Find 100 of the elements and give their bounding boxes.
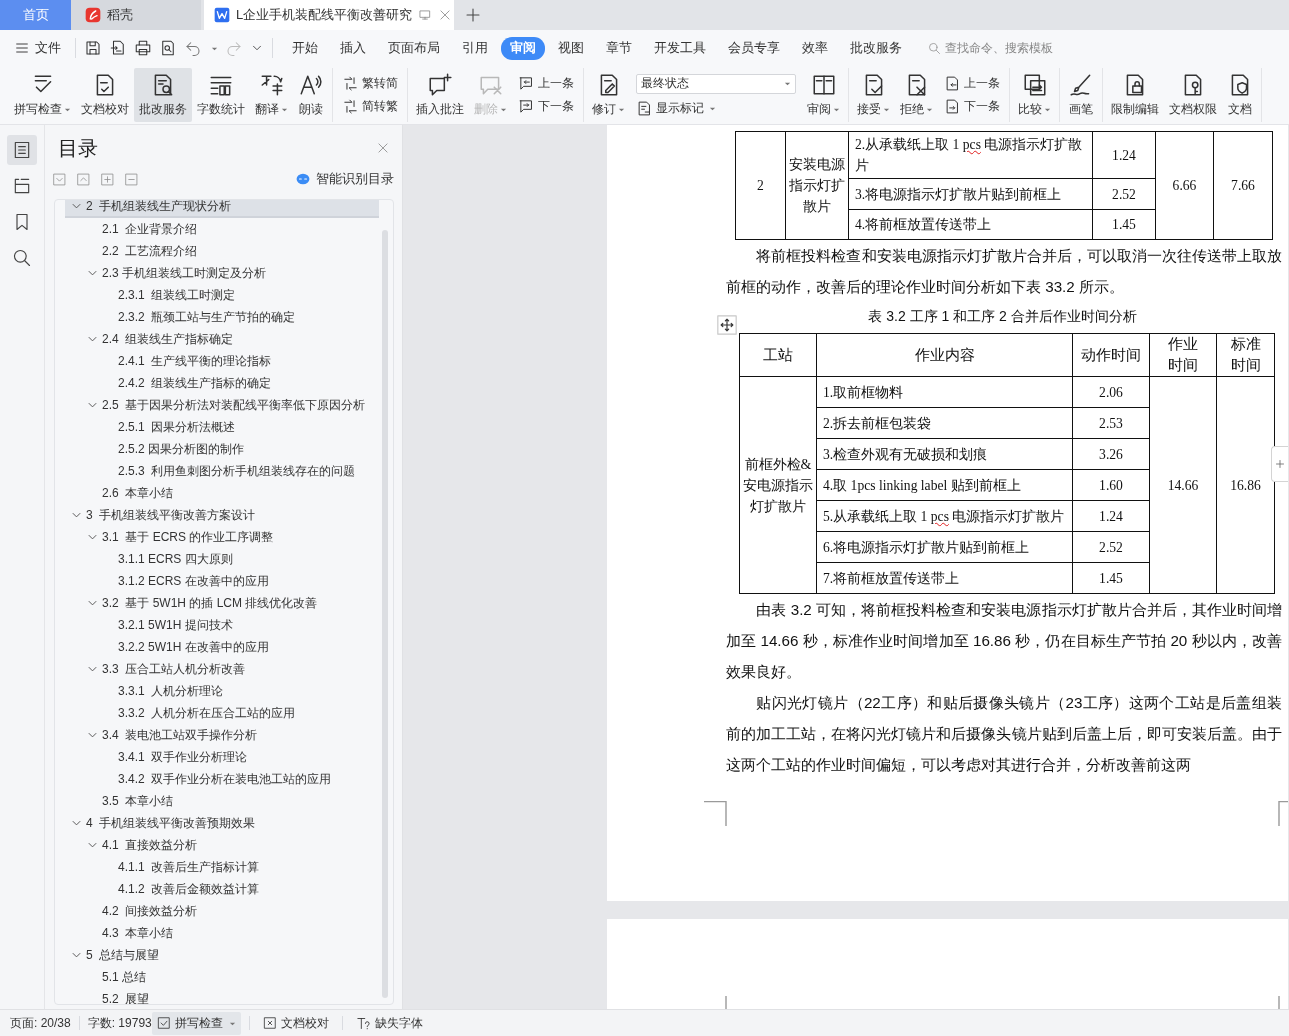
toolbar-button[interactable]: 限制编辑: [1106, 68, 1164, 122]
tab[interactable]: L企业手机装配线平衡改善研究: [204, 0, 454, 30]
toc-item[interactable]: 3 手机组装线平衡改善方案设计: [65, 504, 379, 526]
menu-tab[interactable]: 会员专享: [719, 36, 789, 60]
scrollbar-thumb[interactable]: [382, 230, 388, 998]
redo-icon[interactable]: [225, 39, 243, 57]
new-tab-icon[interactable]: [464, 6, 482, 24]
toolbar-button[interactable]: 批改服务: [134, 68, 192, 122]
toc-item[interactable]: 2.4.1 生产线平衡的理论指标: [65, 350, 379, 372]
toc-item[interactable]: 3.3.2 人机分析在压合工站的应用: [65, 702, 379, 724]
toc-item[interactable]: 2.2 工艺流程介绍: [65, 240, 379, 262]
toc-item[interactable]: 2.4.2 组装线生产指标的确定: [65, 372, 379, 394]
document-marks-icon: [636, 99, 653, 117]
toc-item[interactable]: 3.5 本章小结: [65, 790, 379, 812]
print-preview-icon[interactable]: [159, 39, 177, 57]
toolbar-button[interactable]: 审阅: [802, 68, 845, 122]
toolbar-button[interactable]: 下一条: [944, 98, 1000, 115]
file-menu[interactable]: 文件: [14, 39, 67, 57]
menu-tab[interactable]: 开发工具: [645, 36, 715, 60]
dropdown[interactable]: 最终状态: [636, 73, 796, 94]
toolbar-button[interactable]: 插入批注: [411, 68, 469, 122]
toc-item[interactable]: 5.2 展望: [65, 988, 379, 1004]
toolbar-button[interactable]: 文档校对: [76, 68, 134, 122]
toc-item[interactable]: 2 手机组装线生产现状分析: [65, 200, 379, 218]
toc-item[interactable]: 2.5.2 因果分析图的制作: [65, 438, 379, 460]
toolbar-button[interactable]: 文档: [1222, 68, 1258, 122]
toc-item[interactable]: 2.4 组装线生产指标确定: [65, 328, 379, 350]
toolbar-button[interactable]: 比较: [1013, 68, 1056, 122]
menu-tab[interactable]: 效率: [793, 36, 837, 60]
menu-tab[interactable]: 章节: [597, 36, 641, 60]
toolbar-button[interactable]: 修订: [587, 68, 630, 122]
menu-tab[interactable]: 批改服务: [841, 36, 911, 60]
toc-item[interactable]: 2.5.1 因果分析法概述: [65, 416, 379, 438]
document-export-icon[interactable]: [109, 39, 127, 57]
undo-icon[interactable]: [184, 39, 202, 57]
toc-item[interactable]: 4.2 间接效益分析: [65, 900, 379, 922]
toc-item[interactable]: 4 手机组装线平衡改善预期效果: [65, 812, 379, 834]
toc-item[interactable]: 3.3 压合工站人机分析改善: [65, 658, 379, 680]
missing-fonts-button[interactable]: 缺失字体: [350, 1011, 428, 1035]
menu-tab[interactable]: 开始: [283, 36, 327, 60]
toc-item[interactable]: 4.1.2 改善后金额效益计算: [65, 878, 379, 900]
toolbar-button[interactable]: 文档权限: [1164, 68, 1222, 122]
toolbar-button[interactable]: 接受: [852, 68, 895, 122]
toc-item[interactable]: 4.1 直接效益分析: [65, 834, 379, 856]
close-icon[interactable]: [376, 141, 390, 155]
toc-item[interactable]: 2.1 企业背景介绍: [65, 218, 379, 240]
print-icon[interactable]: [134, 39, 152, 57]
toc-item[interactable]: 3.1.1 ECRS 四大原则: [65, 548, 379, 570]
proofread-button[interactable]: 文档校对: [257, 1011, 334, 1035]
toolbar-button[interactable]: 下一条: [518, 98, 574, 115]
toc-item[interactable]: 5 总结与展望: [65, 944, 379, 966]
toc-item[interactable]: 3.2 基于 5W1H 的插 LCM 排线优化改善: [65, 592, 379, 614]
toc-item[interactable]: 2.6 本章小结: [65, 482, 379, 504]
toc-item[interactable]: 3.3.1 人机分析理论: [65, 680, 379, 702]
toolbar-button[interactable]: 上一条: [944, 75, 1000, 92]
sidebar-tab[interactable]: [7, 135, 37, 165]
toolbar-button[interactable]: 繁转简: [342, 75, 398, 92]
menu-tab[interactable]: 插入: [331, 36, 375, 60]
plus-icon: [1273, 457, 1287, 471]
smart-toc-button[interactable]: 智能识别目录: [295, 170, 394, 188]
toc-item[interactable]: 3.2.2 5W1H 在改善中的应用: [65, 636, 379, 658]
save-icon[interactable]: [84, 39, 102, 57]
menu-tab[interactable]: 页面布局: [379, 36, 449, 60]
toolbar-button[interactable]: 翻译: [250, 68, 293, 122]
toolbar-button[interactable]: 朗读: [293, 68, 329, 122]
toc-item[interactable]: 3.2.1 5W1H 提问技术: [65, 614, 379, 636]
toc-item[interactable]: 2.3 手机组装线工时测定及分析: [65, 262, 379, 284]
toc-item[interactable]: 3.4 装电池工站双手操作分析: [65, 724, 379, 746]
toc-item[interactable]: 5.1 总结: [65, 966, 379, 988]
search-field[interactable]: 查找命令、搜索模板: [927, 40, 1065, 56]
toolbar-button[interactable]: 显示标记: [636, 99, 796, 117]
minus-square-icon[interactable]: [125, 172, 138, 186]
toc-item[interactable]: 3.4.2 双手作业分析在装电池工站的应用: [65, 768, 379, 790]
chevron-up-square-icon[interactable]: [77, 172, 90, 186]
table-move-icon[interactable]: [717, 315, 737, 335]
toolbar-button[interactable]: 上一条: [518, 75, 574, 92]
close-icon[interactable]: [438, 8, 453, 22]
toc-item[interactable]: 4.1.1 改善后生产指标计算: [65, 856, 379, 878]
toc-item[interactable]: 2.3.2 瓶颈工站与生产节拍的确定: [65, 306, 379, 328]
monitor-icon[interactable]: [418, 8, 433, 22]
plus-square-icon[interactable]: [101, 172, 114, 186]
tab[interactable]: 稻壳: [71, 0, 201, 30]
spellcheck-button[interactable]: 拼写检查: [151, 1011, 241, 1035]
toc-item[interactable]: 3.4.1 双手作业分析理论: [65, 746, 379, 768]
toolbar-button[interactable]: 字数统计: [192, 68, 250, 122]
toc-item[interactable]: 2.3.1 组装线工时测定: [65, 284, 379, 306]
toc-item[interactable]: 2.5 基于因果分析法对装配线平衡率低下原因分析: [65, 394, 379, 416]
toolbar-button[interactable]: 拒绝: [895, 68, 938, 122]
toc-item[interactable]: 2.5.3 利用鱼刺图分析手机组装线存在的问题: [65, 460, 379, 482]
toolbar-button[interactable]: 拼写检查: [9, 68, 76, 122]
toolbar-button[interactable]: 画笔: [1063, 68, 1099, 122]
menu-tab[interactable]: 引用: [453, 36, 497, 60]
toc-item[interactable]: 3.1.2 ECRS 在改善中的应用: [65, 570, 379, 592]
menu-tab[interactable]: 视图: [549, 36, 593, 60]
toc-item[interactable]: 4.3 本章小结: [65, 922, 379, 944]
add-column-button[interactable]: [1271, 446, 1288, 482]
chevron-down-square-icon[interactable]: [53, 172, 66, 186]
table-cell: 2.拆去前框包装袋: [816, 407, 1073, 439]
toc-item[interactable]: 3.1 基于 ECRS 的作业工序调整: [65, 526, 379, 548]
toolbar-button[interactable]: 简转繁: [342, 98, 398, 115]
